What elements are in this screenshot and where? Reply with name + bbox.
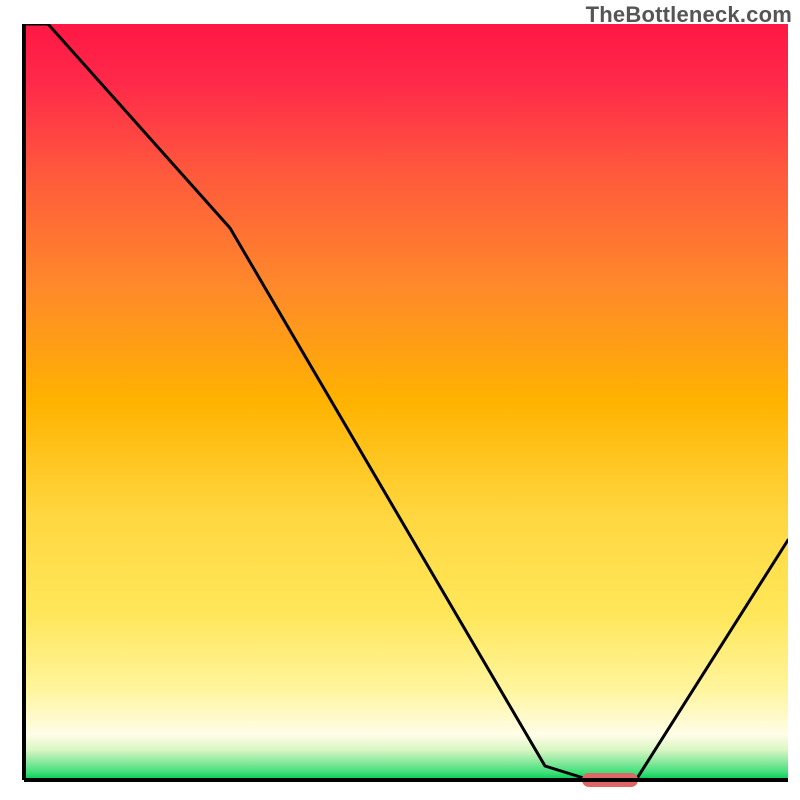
chart-container: TheBottleneck.com bbox=[0, 0, 800, 800]
chart-svg bbox=[0, 0, 800, 800]
plot-background bbox=[24, 24, 788, 780]
